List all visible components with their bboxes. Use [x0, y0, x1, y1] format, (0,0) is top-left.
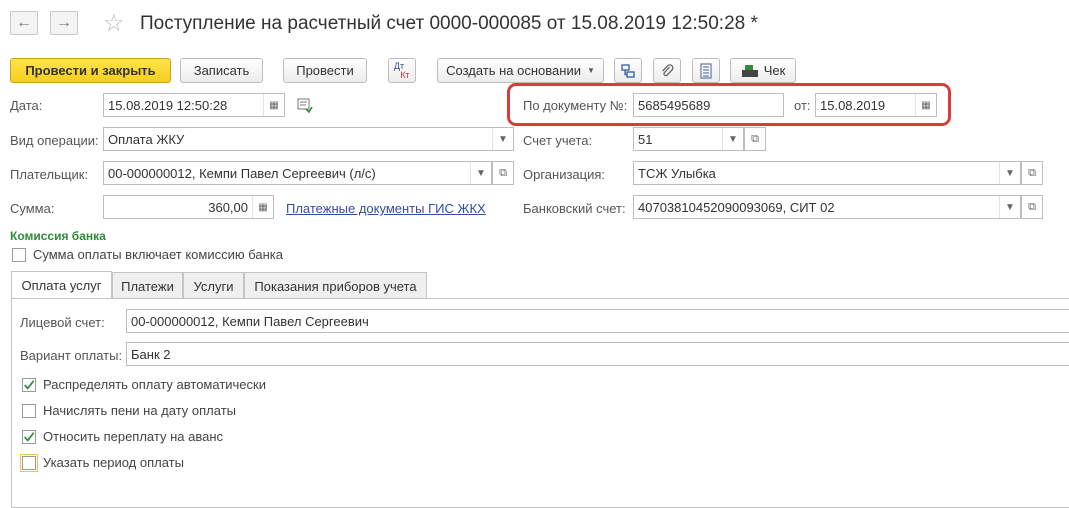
arrow-left-icon: ← — [16, 14, 32, 31]
operation-label: Вид операции: — [10, 133, 99, 148]
open-window-icon: ⧉ — [1028, 166, 1036, 179]
payment-variant-label: Вариант оплаты: — [20, 348, 123, 363]
calendar-icon[interactable]: ▦ — [915, 94, 936, 116]
organization-select[interactable]: ТСЖ Улыбка ▼ — [633, 161, 1021, 185]
personal-account-value: 00-000000012, Кемпи Павел Сергеевич — [131, 313, 369, 329]
create-based-on-label: Создать на основании — [446, 63, 581, 78]
overpayment-to-advance-checkbox[interactable] — [22, 429, 36, 444]
open-bank-account-button[interactable]: ⧉ — [1021, 195, 1043, 219]
back-button[interactable]: ← — [10, 11, 38, 35]
hierarchy-icon — [621, 63, 635, 78]
receipt-label: Чек — [763, 63, 786, 78]
overpayment-to-advance-label: Относить переплату на аванс — [43, 429, 224, 444]
calculator-icon[interactable]: ▦ — [252, 196, 273, 218]
bank-account-label: Банковский счет: — [523, 201, 626, 216]
forward-button[interactable]: → — [50, 11, 78, 35]
doc-number-label: По документу №: — [523, 98, 628, 113]
operation-value: Оплата ЖКУ — [108, 131, 185, 147]
tab-services-payment[interactable]: Оплата услуг — [11, 271, 112, 299]
payer-value: 00-000000012, Кемпи Павел Сергеевич (л/с… — [108, 165, 376, 181]
favorite-star-icon[interactable]: ☆ — [103, 9, 125, 38]
organization-value: ТСЖ Улыбка — [638, 165, 716, 181]
dropdown-arrow-icon[interactable]: ▼ — [722, 128, 743, 150]
post-and-close-button[interactable]: Провести и закрыть — [10, 58, 171, 83]
payment-variant-field[interactable]: Банк 2 — [126, 342, 1069, 366]
doc-date-value: 15.08.2019 — [820, 97, 886, 113]
bank-commission-heading: Комиссия банка — [10, 229, 106, 243]
doc-date-label: от: — [794, 98, 811, 113]
receipt-button[interactable]: Чек — [730, 58, 796, 83]
open-window-icon: ⧉ — [751, 132, 759, 145]
personal-account-label: Лицевой счет: — [20, 315, 105, 330]
open-payer-button[interactable]: ⧉ — [492, 161, 514, 185]
paperclip-icon — [662, 63, 674, 76]
operation-select[interactable]: Оплата ЖКУ ▼ — [103, 127, 514, 151]
history-icon[interactable] — [297, 97, 313, 116]
dropdown-arrow-icon[interactable]: ▼ — [470, 162, 491, 184]
kt-icon: Кт — [400, 69, 410, 80]
organization-label: Организация: — [523, 167, 606, 182]
specify-payment-period-label: Указать период оплаты — [43, 455, 184, 470]
page-title: Поступление на расчетный счет 0000-00008… — [140, 13, 758, 34]
save-button[interactable]: Записать — [180, 58, 263, 83]
doc-date-field[interactable]: 15.08.2019 ▦ — [815, 93, 937, 117]
penalty-on-payment-date-label: Начислять пени на дату оплаты — [43, 403, 237, 418]
account-label: Счет учета: — [523, 133, 593, 148]
sum-label: Сумма: — [10, 201, 55, 216]
report-button[interactable] — [692, 58, 720, 83]
attachments-button[interactable] — [653, 58, 681, 83]
includes-commission-checkbox-row[interactable]: Сумма оплаты включает комиссию банка — [12, 247, 283, 262]
open-window-icon: ⧉ — [1028, 200, 1036, 213]
includes-commission-checkbox[interactable] — [12, 247, 26, 262]
arrow-right-icon: → — [56, 14, 72, 31]
payer-label: Плательщик: — [10, 167, 89, 182]
checkmark-icon — [24, 431, 35, 442]
includes-commission-label: Сумма оплаты включает комиссию банка — [33, 247, 283, 262]
open-organization-button[interactable]: ⧉ — [1021, 161, 1043, 185]
checkmark-icon — [24, 379, 35, 390]
cash-register-icon — [741, 64, 758, 77]
payer-select[interactable]: 00-000000012, Кемпи Павел Сергеевич (л/с… — [103, 161, 492, 185]
doc-number-field[interactable]: 5685495689 — [633, 93, 784, 117]
specify-payment-period-checkbox-row[interactable]: Указать период оплаты — [20, 453, 184, 472]
date-label: Дата: — [10, 98, 43, 113]
doc-number-value: 5685495689 — [638, 97, 711, 113]
document-list-icon — [700, 62, 712, 79]
open-window-icon: ⧉ — [499, 166, 507, 179]
date-value: 15.08.2019 12:50:28 — [108, 97, 228, 113]
bank-account-value: 40703810452090093069, СИТ 02 — [638, 199, 835, 215]
auto-distribute-checkbox-row[interactable]: Распределять оплату автоматически — [22, 377, 266, 392]
account-value: 51 — [638, 131, 653, 147]
dropdown-arrow-icon[interactable]: ▼ — [999, 162, 1020, 184]
dropdown-arrow-icon[interactable]: ▼ — [492, 128, 513, 150]
payment-variant-value: Банк 2 — [131, 346, 171, 362]
personal-account-field[interactable]: 00-000000012, Кемпи Павел Сергеевич — [126, 309, 1069, 333]
tab-meter-readings[interactable]: Показания приборов учета — [244, 272, 427, 299]
auto-distribute-label: Распределять оплату автоматически — [43, 377, 266, 392]
calendar-icon[interactable]: ▦ — [263, 94, 284, 116]
gis-documents-link[interactable]: Платежные документы ГИС ЖКХ — [286, 201, 486, 216]
account-select[interactable]: 51 ▼ — [633, 127, 744, 151]
bank-account-select[interactable]: 40703810452090093069, СИТ 02 ▼ — [633, 195, 1021, 219]
create-based-on-button[interactable]: Создать на основании ▼ — [437, 58, 604, 83]
tab-payments[interactable]: Платежи — [112, 272, 183, 299]
dt-kt-button[interactable]: Дт Кт — [388, 58, 416, 83]
structure-button[interactable] — [614, 58, 642, 83]
dropdown-arrow-icon: ▼ — [586, 66, 595, 75]
open-account-button[interactable]: ⧉ — [744, 127, 766, 151]
post-button[interactable]: Провести — [283, 58, 367, 83]
sum-value: 360,00 — [208, 199, 248, 215]
dropdown-arrow-icon[interactable]: ▼ — [999, 196, 1020, 218]
overpayment-to-advance-checkbox-row[interactable]: Относить переплату на аванс — [22, 429, 223, 444]
penalty-on-payment-date-checkbox-row[interactable]: Начислять пени на дату оплаты — [22, 403, 236, 418]
specify-payment-period-checkbox[interactable] — [20, 453, 38, 472]
penalty-on-payment-date-checkbox[interactable] — [22, 403, 36, 418]
auto-distribute-checkbox[interactable] — [22, 377, 36, 392]
tab-services[interactable]: Услуги — [183, 272, 244, 299]
sum-field[interactable]: 360,00 ▦ — [103, 195, 274, 219]
date-field[interactable]: 15.08.2019 12:50:28 ▦ — [103, 93, 285, 117]
